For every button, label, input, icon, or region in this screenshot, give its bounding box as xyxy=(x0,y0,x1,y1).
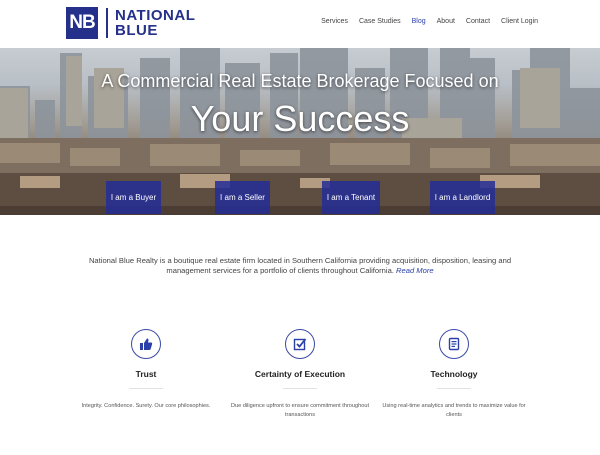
logo-text: NATIONAL BLUE xyxy=(115,8,195,38)
thumbs-up-icon xyxy=(140,338,153,350)
landlord-button[interactable]: I am a Landlord xyxy=(430,181,495,214)
feature-title: Certainty of Execution xyxy=(254,369,346,379)
divider xyxy=(437,388,471,389)
nav-client-login[interactable]: Client Login xyxy=(501,18,538,25)
seller-button[interactable]: I am a Seller xyxy=(215,181,270,214)
feature-icon-circle xyxy=(131,329,161,359)
logo-divider xyxy=(106,8,108,38)
buyer-button[interactable]: I am a Buyer xyxy=(106,181,161,214)
hero-heading-line-2: Your Success xyxy=(190,98,410,139)
feature-certainty: Certainty of Execution Due diligence upf… xyxy=(220,329,380,420)
logo-mark: NB xyxy=(66,7,98,39)
read-more-link[interactable]: Read More xyxy=(396,266,434,275)
nav-contact[interactable]: Contact xyxy=(466,18,490,25)
site-header: NB NATIONAL BLUE Services Case Studies B… xyxy=(0,0,600,48)
nav-blog[interactable]: Blog xyxy=(412,18,426,25)
main-nav: Services Case Studies Blog About Contact… xyxy=(321,18,538,25)
feature-description: Integrity. Confidence. Surety. Our core … xyxy=(81,403,211,409)
feature-trust: Trust Integrity. Confidence. Surety. Our… xyxy=(66,329,226,411)
document-icon xyxy=(448,337,460,351)
feature-icon-circle xyxy=(285,329,315,359)
logo-line-1: NATIONAL xyxy=(115,7,196,24)
feature-title: Trust xyxy=(135,369,157,379)
feature-technology: Technology Using real-time analytics and… xyxy=(374,329,534,420)
intro-text: National Blue Realty is a boutique real … xyxy=(88,256,512,275)
checkbox-icon xyxy=(293,338,307,351)
divider xyxy=(129,388,163,389)
logo[interactable]: NB NATIONAL BLUE xyxy=(66,7,195,39)
feature-icon-circle xyxy=(439,329,469,359)
hero-heading-line-1: A Commercial Real Estate Brokerage Focus… xyxy=(101,71,499,91)
hero-banner: A Commercial Real Estate Brokerage Focus… xyxy=(0,48,600,215)
feature-title: Technology xyxy=(430,369,478,379)
nav-services[interactable]: Services xyxy=(321,18,348,25)
nav-case-studies[interactable]: Case Studies xyxy=(359,18,401,25)
feature-description: Using real-time analytics and trends to … xyxy=(382,403,526,418)
nav-about[interactable]: About xyxy=(437,18,455,25)
feature-description: Due diligence upfront to ensure commitme… xyxy=(230,403,370,418)
logo-line-2: BLUE xyxy=(115,22,158,39)
divider xyxy=(283,388,317,389)
tenant-button[interactable]: I am a Tenant xyxy=(322,181,380,214)
intro-paragraph: National Blue Realty is a boutique real … xyxy=(78,256,522,276)
